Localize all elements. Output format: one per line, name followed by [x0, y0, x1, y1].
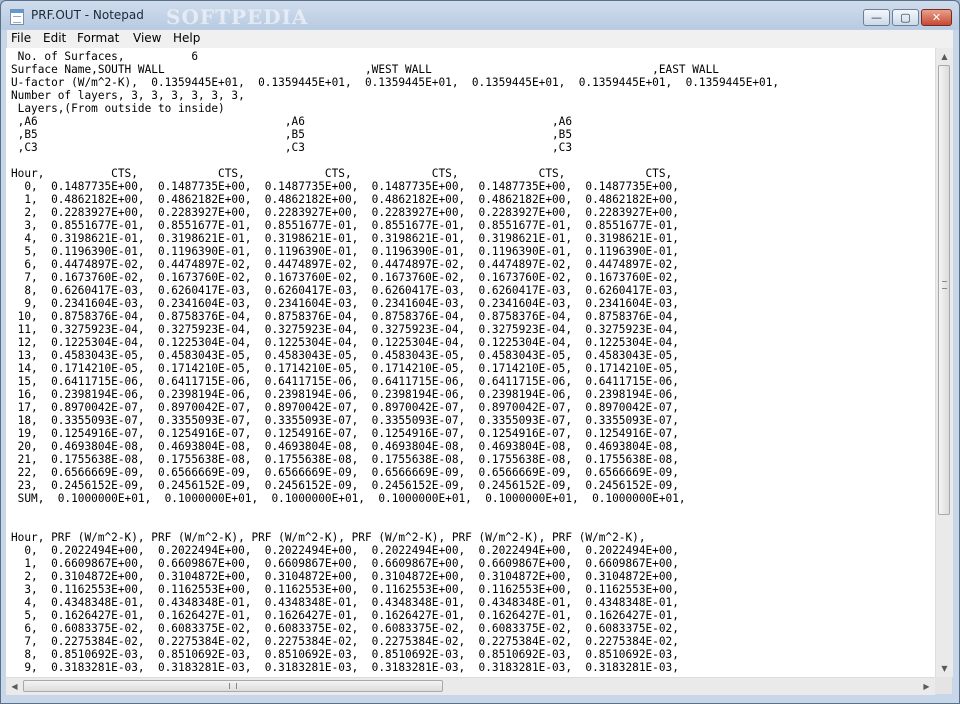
softpedia-watermark: SOFTPEDIA: [166, 5, 309, 29]
scroll-down-icon[interactable]: ▼: [936, 660, 953, 677]
vertical-scroll-thumb[interactable]: [938, 65, 950, 515]
scroll-right-icon[interactable]: ▶: [918, 678, 935, 695]
text-line: 19, 0.1254916E-07, 0.1254916E-07, 0.1254…: [11, 427, 679, 440]
menu-bar: File Edit Format View Help: [7, 30, 953, 49]
text-line: 6, 0.6083375E-02, 0.6083375E-02, 0.60833…: [11, 622, 679, 635]
grip-icon: [229, 683, 237, 689]
text-line: 4, 0.4348348E-01, 0.4348348E-01, 0.43483…: [11, 596, 679, 609]
document-text[interactable]: No. of Surfaces, 6 Surface Name,SOUTH WA…: [11, 50, 779, 674]
text-line: No. of Surfaces, 6: [11, 50, 199, 63]
menu-format[interactable]: Format: [77, 31, 119, 45]
text-line: 16, 0.2398194E-06, 0.2398194E-06, 0.2398…: [11, 388, 679, 401]
text-line: 23, 0.2456152E-09, 0.2456152E-09, 0.2456…: [11, 479, 679, 492]
title-bar[interactable]: PRF.OUT - Notepad SOFTPEDIA — ▢ ✕: [1, 1, 959, 31]
maximize-button[interactable]: ▢: [892, 9, 919, 26]
text-line: 5, 0.1626427E-01, 0.1626427E-01, 0.16264…: [11, 609, 679, 622]
text-line: 3, 0.1162553E+00, 0.1162553E+00, 0.11625…: [11, 583, 679, 596]
text-line: 14, 0.1714210E-05, 0.1714210E-05, 0.1714…: [11, 362, 679, 375]
scroll-up-icon[interactable]: ▲: [936, 48, 953, 65]
text-line: 17, 0.8970042E-07, 0.8970042E-07, 0.8970…: [11, 401, 679, 414]
text-line: SUM, 0.1000000E+01, 0.1000000E+01, 0.100…: [11, 492, 686, 505]
menu-edit[interactable]: Edit: [43, 31, 66, 45]
text-line: 7, 0.1673760E-02, 0.1673760E-02, 0.16737…: [11, 271, 679, 284]
text-line: 2, 0.2283927E+00, 0.2283927E+00, 0.22839…: [11, 206, 679, 219]
text-line: Layers,(From outside to inside): [11, 102, 225, 115]
text-line: 7, 0.2275384E-02, 0.2275384E-02, 0.22753…: [11, 635, 679, 648]
text-line: 21, 0.1755638E-08, 0.1755638E-08, 0.1755…: [11, 453, 679, 466]
text-line: 8, 0.6260417E-03, 0.6260417E-03, 0.62604…: [11, 284, 679, 297]
minimize-button[interactable]: —: [863, 9, 890, 26]
window-title: PRF.OUT - Notepad: [31, 8, 144, 22]
menu-help[interactable]: Help: [173, 31, 200, 45]
text-line: 1, 0.4862182E+00, 0.4862182E+00, 0.48621…: [11, 193, 679, 206]
menu-file[interactable]: File: [11, 31, 31, 45]
text-line: 9, 0.3183281E-03, 0.3183281E-03, 0.31832…: [11, 661, 679, 674]
text-editor[interactable]: No. of Surfaces, 6 Surface Name,SOUTH WA…: [6, 48, 935, 677]
vertical-scrollbar[interactable]: ▲ ▼: [935, 48, 953, 677]
text-line: Surface Name,SOUTH WALL ,WEST WALL ,EAST…: [11, 63, 719, 76]
text-line: 20, 0.4693804E-08, 0.4693804E-08, 0.4693…: [11, 440, 679, 453]
text-line: 11, 0.3275923E-04, 0.3275923E-04, 0.3275…: [11, 323, 679, 336]
text-line: 4, 0.3198621E-01, 0.3198621E-01, 0.31986…: [11, 232, 679, 245]
close-button[interactable]: ✕: [921, 9, 952, 26]
text-line: ,A6 ,A6 ,A6: [11, 115, 573, 128]
text-line: 0, 0.1487735E+00, 0.1487735E+00, 0.14877…: [11, 180, 679, 193]
text-line: 13, 0.4583043E-05, 0.4583043E-05, 0.4583…: [11, 349, 679, 362]
text-line: U-factor (W/m^2-K), 0.1359445E+01, 0.135…: [11, 76, 780, 89]
text-line: 0, 0.2022494E+00, 0.2022494E+00, 0.20224…: [11, 544, 679, 557]
text-line: 15, 0.6411715E-06, 0.6411715E-06, 0.6411…: [11, 375, 679, 388]
text-line: Number of layers, 3, 3, 3, 3, 3, 3,: [11, 89, 245, 102]
grip-icon: [942, 281, 947, 289]
text-line: 6, 0.4474897E-02, 0.4474897E-02, 0.44748…: [11, 258, 679, 271]
text-line: ,B5 ,B5 ,B5: [11, 128, 573, 141]
text-line: 5, 0.1196390E-01, 0.1196390E-01, 0.11963…: [11, 245, 679, 258]
scroll-left-icon[interactable]: ◀: [6, 678, 23, 695]
menu-view[interactable]: View: [133, 31, 161, 45]
text-line: 22, 0.6566669E-09, 0.6566669E-09, 0.6566…: [11, 466, 679, 479]
text-line: Hour, CTS, CTS, CTS, CTS, CTS, CTS,: [11, 167, 673, 180]
scrollbar-corner: [935, 677, 952, 694]
text-line: 10, 0.8758376E-04, 0.8758376E-04, 0.8758…: [11, 310, 679, 323]
text-line: 3, 0.8551677E-01, 0.8551677E-01, 0.85516…: [11, 219, 679, 232]
text-line: ,C3 ,C3 ,C3: [11, 141, 573, 154]
horizontal-scrollbar[interactable]: ◀ ▶: [6, 677, 935, 695]
notepad-icon[interactable]: [10, 9, 24, 25]
horizontal-scroll-thumb[interactable]: [23, 680, 443, 692]
text-line: 1, 0.6609867E+00, 0.6609867E+00, 0.66098…: [11, 557, 679, 570]
text-line: Hour, PRF (W/m^2-K), PRF (W/m^2-K), PRF …: [11, 531, 646, 544]
text-line: 9, 0.2341604E-03, 0.2341604E-03, 0.23416…: [11, 297, 679, 310]
text-line: 18, 0.3355093E-07, 0.3355093E-07, 0.3355…: [11, 414, 679, 427]
text-line: 2, 0.3104872E+00, 0.3104872E+00, 0.31048…: [11, 570, 679, 583]
text-line: 8, 0.8510692E-03, 0.8510692E-03, 0.85106…: [11, 648, 679, 661]
text-line: 12, 0.1225304E-04, 0.1225304E-04, 0.1225…: [11, 336, 679, 349]
